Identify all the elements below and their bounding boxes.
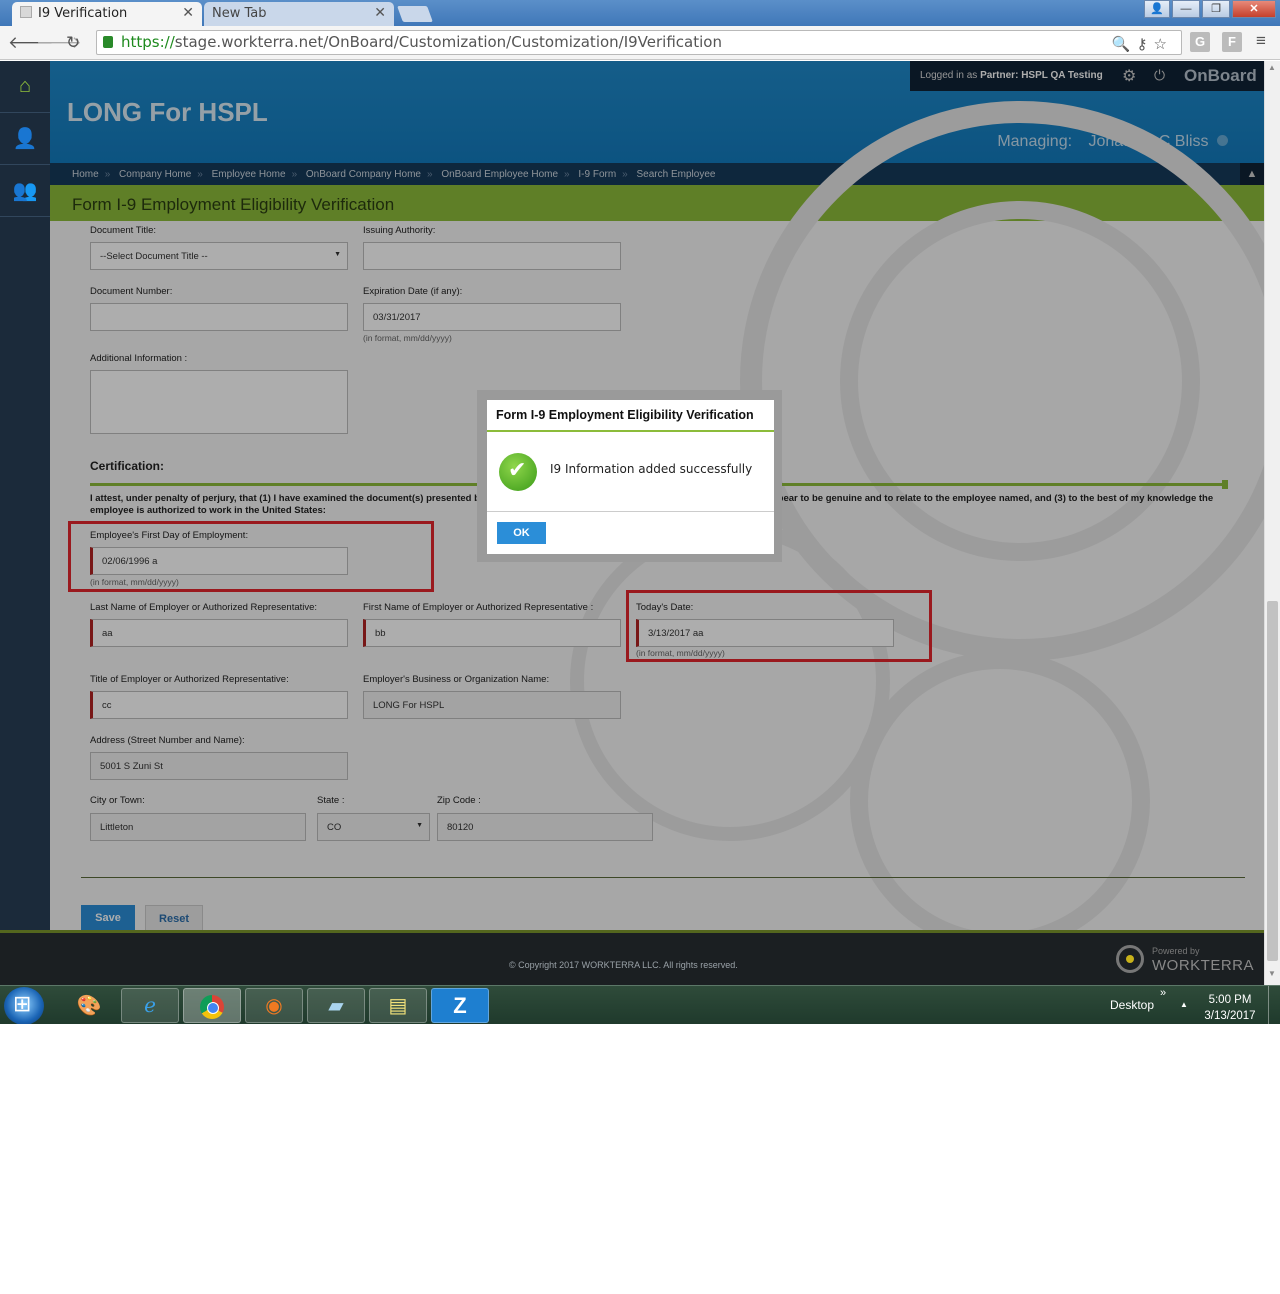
- show-desktop-button[interactable]: [1268, 986, 1280, 1024]
- success-dialog: Form I-9 Employment Eligibility Verifica…: [487, 400, 774, 554]
- people-icon[interactable]: 👥: [0, 165, 50, 217]
- tab-title: New Tab: [212, 6, 267, 21]
- extension-g-icon[interactable]: G: [1190, 32, 1210, 52]
- address-bar[interactable]: https://stage.workterra.net/OnBoard/Cust…: [96, 30, 1182, 55]
- scroll-down-icon[interactable]: ▼: [1268, 969, 1276, 978]
- sticky-notes-taskbar-icon[interactable]: ▤: [369, 988, 427, 1023]
- bookmark-star-icon[interactable]: ☆: [1154, 35, 1173, 53]
- internet-explorer-taskbar-icon[interactable]: ℯ: [121, 988, 179, 1023]
- windows-taskbar: 🎨 ℯ ◉ ▰ ▤ Z Desktop » ▲ 5:00 PM 3/13/201…: [0, 985, 1280, 1024]
- start-button[interactable]: [4, 987, 44, 1024]
- scroll-up-icon[interactable]: ▲: [1268, 63, 1276, 72]
- chrome-menu-icon[interactable]: ≡: [1256, 31, 1266, 51]
- extension-f-icon[interactable]: F: [1222, 32, 1242, 52]
- tab-title: I9 Verification: [38, 6, 128, 21]
- tray-expand-icon[interactable]: ▲: [1180, 1000, 1188, 1009]
- system-clock[interactable]: 5:00 PM 3/13/2017: [1200, 992, 1260, 1024]
- ok-button[interactable]: OK: [497, 522, 546, 544]
- dialog-title: Form I-9 Employment Eligibility Verifica…: [487, 400, 774, 432]
- reload-icon[interactable]: ↻: [66, 33, 80, 53]
- tab-i9-verification[interactable]: I9 Verification ✕: [12, 2, 202, 26]
- chevron-right-icon[interactable]: »: [1160, 987, 1166, 999]
- close-tab-icon[interactable]: ✕: [182, 5, 194, 21]
- close-tab-icon[interactable]: ✕: [374, 5, 386, 21]
- workterra-logo-icon: [1116, 945, 1144, 973]
- dialog-divider: [487, 511, 774, 512]
- browser-tabstrip: I9 Verification ✕ New Tab ✕ 👤 — ❐ ✕: [0, 0, 1280, 26]
- window-controls: 👤 — ❐ ✕: [1144, 0, 1276, 18]
- new-tab-button[interactable]: [397, 6, 433, 22]
- browser-toolbar: 🡐 🡒 ↻ https://stage.workterra.net/OnBoar…: [0, 26, 1280, 60]
- clock-date: 3/13/2017: [1204, 1010, 1256, 1022]
- chrome-taskbar-icon[interactable]: [183, 988, 241, 1023]
- minimize-button[interactable]: —: [1172, 0, 1200, 18]
- tab-new-tab[interactable]: New Tab ✕: [204, 2, 394, 26]
- powered-by-label: Powered by: [1152, 946, 1200, 956]
- person-icon[interactable]: 👤: [0, 113, 50, 165]
- copyright-text: © Copyright 2017 WORKTERRA LLC. All righ…: [509, 960, 738, 970]
- chrome-logo-icon: [200, 994, 224, 1019]
- user-icon[interactable]: 👤: [1144, 0, 1170, 18]
- powered-by: Powered by WORKTERRA: [1116, 943, 1256, 979]
- success-check-icon: [499, 453, 537, 491]
- maximize-button[interactable]: ❐: [1202, 0, 1230, 18]
- key-icon[interactable]: ⚷: [1137, 35, 1154, 53]
- z-app-taskbar-icon[interactable]: Z: [431, 988, 489, 1023]
- firefox-taskbar-icon[interactable]: ◉: [245, 988, 303, 1023]
- screen: I9 Verification ✕ New Tab ✕ 👤 — ❐ ✕ 🡐 🡒 …: [0, 0, 1280, 1024]
- dialog-message: I9 Information added successfully: [550, 462, 753, 476]
- home-icon[interactable]: ⌂: [0, 61, 50, 113]
- powered-by-brand: WORKTERRA: [1152, 957, 1254, 974]
- window-switcher-taskbar-icon[interactable]: ▰: [307, 988, 365, 1023]
- lock-icon: [103, 36, 113, 48]
- scrollbar-thumb[interactable]: [1267, 601, 1278, 961]
- page-scrollbar[interactable]: ▲ ▼: [1264, 61, 1280, 985]
- paint-taskbar-icon[interactable]: 🎨: [60, 988, 118, 1023]
- omnibox-icons: 🔍⚷☆: [1112, 33, 1173, 56]
- app-footer: © Copyright 2017 WORKTERRA LLC. All righ…: [0, 930, 1264, 985]
- close-window-button[interactable]: ✕: [1232, 0, 1276, 18]
- left-sidebar: ⌂ 👤 👥: [0, 61, 50, 930]
- page-favicon-icon: [20, 6, 32, 18]
- url-path: stage.workterra.net/OnBoard/Customizatio…: [174, 33, 722, 51]
- desktop-toolbar-label[interactable]: Desktop: [1110, 998, 1154, 1012]
- zoom-icon[interactable]: 🔍: [1112, 35, 1137, 53]
- clock-time: 5:00 PM: [1208, 994, 1252, 1006]
- url-scheme: https://: [121, 33, 175, 51]
